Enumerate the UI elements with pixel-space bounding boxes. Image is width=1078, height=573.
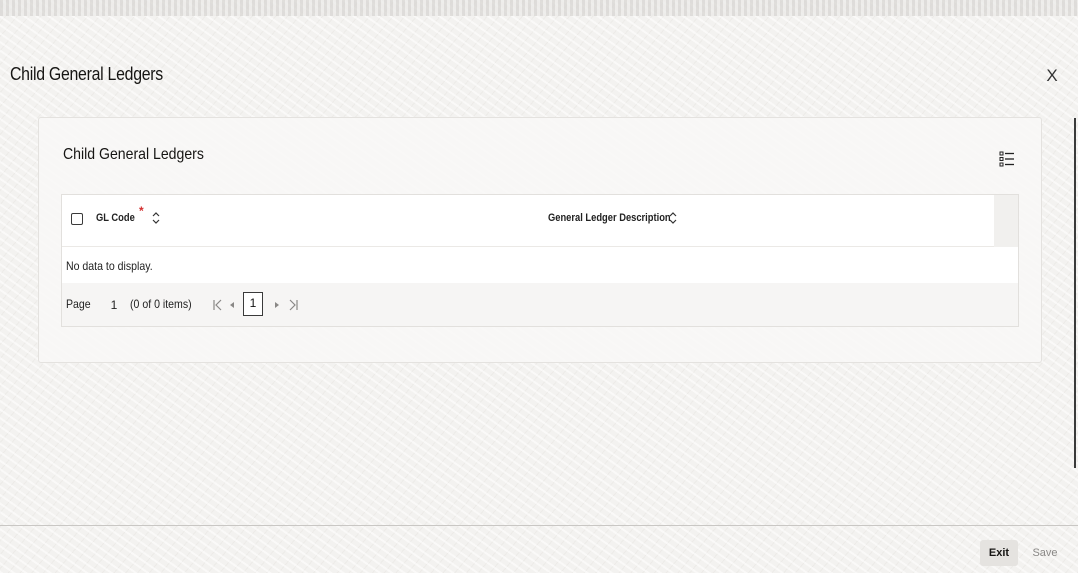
table-header: GL Code * General Ledger Description <box>62 195 994 247</box>
header-scroll-filler <box>994 195 1018 247</box>
previous-page-icon[interactable] <box>225 296 239 314</box>
dialog-title: Child General Ledgers <box>10 64 163 84</box>
current-page-button[interactable]: 1 <box>243 292 263 316</box>
footer-divider <box>0 525 1078 526</box>
items-summary: (0 of 0 items) <box>130 297 192 311</box>
page-label: Page <box>66 297 91 311</box>
sort-gl-code-icon[interactable] <box>151 210 161 226</box>
column-header-gl-code[interactable]: GL Code <box>96 212 135 224</box>
column-header-gl-description[interactable]: General Ledger Description <box>548 212 671 224</box>
exit-button[interactable]: Exit <box>980 540 1018 566</box>
last-page-icon[interactable] <box>286 296 300 314</box>
empty-row <box>62 247 1018 283</box>
sort-gl-description-icon[interactable] <box>668 210 678 226</box>
select-all-checkbox[interactable] <box>71 213 83 225</box>
child-gl-panel: Child General Ledgers GL Code * General … <box>38 117 1042 363</box>
vertical-scrollbar[interactable] <box>1074 118 1076 468</box>
panel-title: Child General Ledgers <box>63 146 204 163</box>
required-marker: * <box>139 204 144 218</box>
save-button[interactable]: Save <box>1026 540 1064 566</box>
empty-message: No data to display. <box>66 259 153 273</box>
pagination-bar: Page 1 (0 of 0 items) 1 <box>62 283 1018 326</box>
child-gl-table: GL Code * General Ledger Description No … <box>61 194 1019 327</box>
first-page-icon[interactable] <box>211 296 225 314</box>
next-page-icon[interactable] <box>270 296 284 314</box>
list-settings-icon[interactable] <box>999 150 1015 168</box>
close-button[interactable]: X <box>1044 66 1060 86</box>
top-decorative-strip <box>0 0 1078 16</box>
page-number-input[interactable]: 1 <box>104 296 124 314</box>
